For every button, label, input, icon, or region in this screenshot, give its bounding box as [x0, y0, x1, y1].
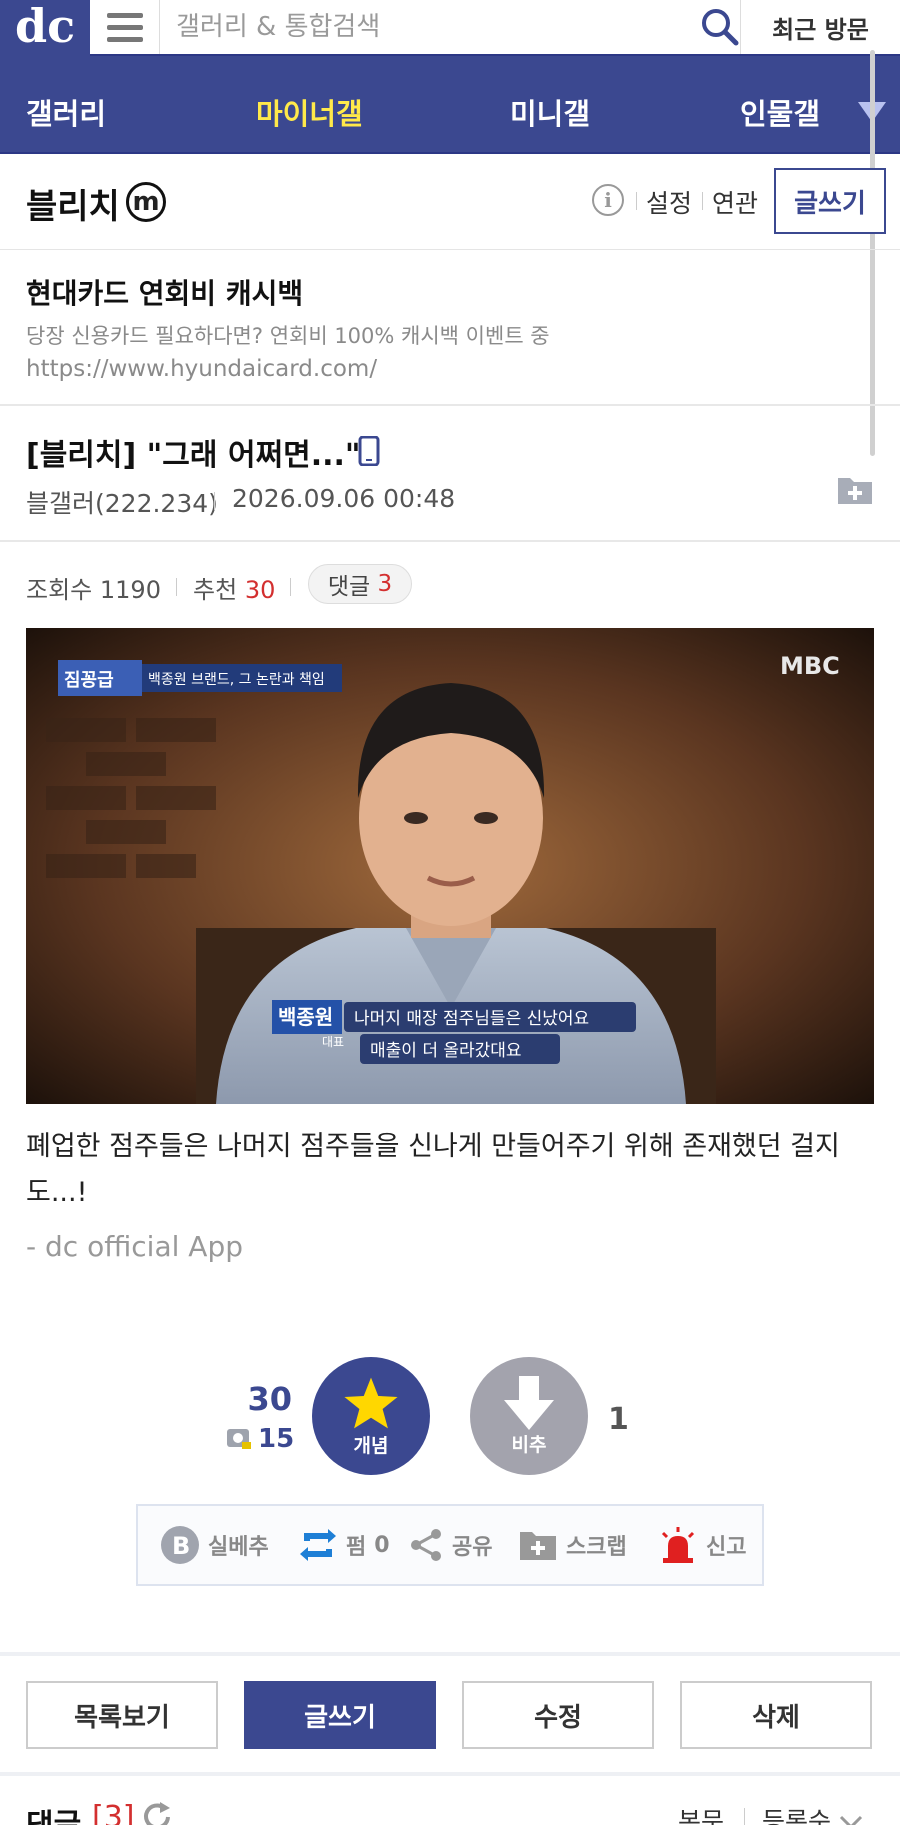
recommend-stat: 추천 30 — [193, 576, 276, 604]
report-button[interactable]: 신고 — [658, 1506, 746, 1584]
gallery-nav: 갤러리 마이너갤 미니갤 인물갤 — [0, 76, 900, 154]
recommend-total: 30 — [247, 1380, 292, 1418]
fixed-user-icon — [227, 1429, 251, 1449]
write-button[interactable]: 글쓰기 — [244, 1681, 436, 1749]
recommend-down-button[interactable]: 비추 — [470, 1357, 588, 1475]
menu-icon[interactable] — [90, 0, 160, 54]
best-report-button[interactable]: B 실베추 — [160, 1506, 269, 1584]
comment-count-pill[interactable]: 댓글 3 — [308, 564, 412, 604]
views-stat: 조회수 1190 — [26, 576, 161, 604]
caption-line-1: 나머지 매장 점주님들은 신났어요 — [354, 1009, 589, 1029]
b-icon: B — [161, 1526, 199, 1564]
gallery-header: 블리치 m i 설정 연관 글쓰기 — [0, 154, 900, 250]
scrap-button[interactable]: 스크랩 — [518, 1506, 627, 1584]
divider — [636, 192, 637, 210]
comments-count: [3] — [92, 1800, 135, 1825]
post-header: [블리치] "그래 어쩌면..." 블갤러(222.234) 2026.09.0… — [0, 406, 900, 542]
post-stats: 조회수 1190 추천 30 댓글 3 — [0, 542, 900, 628]
section-divider — [0, 1772, 900, 1776]
sort-body-option[interactable]: 본문 — [678, 1802, 724, 1825]
top-header: dc 최근 방문 — [0, 0, 900, 76]
nav-item-person[interactable]: 인물갤 — [740, 76, 820, 152]
nav-item-mini[interactable]: 미니갤 — [510, 76, 590, 152]
divider — [290, 578, 291, 596]
logo-text: dc — [15, 0, 75, 53]
svg-text:짐꽁급: 짐꽁급 — [64, 670, 114, 691]
nav-item-gallery[interactable]: 갤러리 — [26, 76, 106, 152]
siren-icon — [661, 1527, 695, 1563]
star-icon — [344, 1377, 398, 1428]
share-icon — [411, 1529, 441, 1561]
minor-gallery-badge: m — [126, 182, 166, 222]
post-author[interactable]: 블갤러(222.234) — [26, 484, 218, 520]
down-count: 1 — [608, 1402, 629, 1437]
post-date: 2026.09.06 00:48 — [232, 484, 456, 513]
sort-order-dropdown[interactable]: 등록순 — [762, 1802, 863, 1825]
repost-icon — [300, 1529, 336, 1561]
nav-item-minor[interactable]: 마이너갤 — [256, 76, 363, 152]
refresh-icon[interactable] — [140, 1800, 174, 1825]
repost-button[interactable]: 펌0 — [298, 1506, 390, 1584]
gallery-title[interactable]: 블리치 — [26, 179, 120, 228]
ad-title: 현대카드 연회비 캐시백 — [26, 277, 304, 310]
folder-add-icon[interactable] — [836, 474, 874, 510]
recommend-up-button[interactable]: 개념 — [312, 1357, 430, 1475]
scrap-folder-icon — [520, 1532, 556, 1560]
role-tag: 대표 — [322, 1035, 344, 1049]
post-title: [블리치] "그래 어쩌면..." — [26, 438, 361, 473]
action-bar: B 실베추 펌0 공유 스크랩 신고 — [136, 1504, 764, 1586]
info-icon[interactable]: i — [592, 184, 624, 216]
dc-logo[interactable]: dc — [0, 0, 88, 56]
ad-banner[interactable]: 현대카드 연회비 캐시백 당장 신용카드 필요하다면? 연회비 100% 캐시백… — [0, 250, 900, 406]
divider — [702, 192, 703, 210]
write-button-top[interactable]: 글쓰기 — [774, 168, 886, 234]
post-body: 폐업한 점주들은 나머지 점주들을 신나게 만들어주기 위해 존재했던 걸지도.… — [26, 1131, 840, 1208]
mobile-icon — [358, 435, 380, 470]
svg-text:B: B — [172, 1532, 190, 1560]
edit-button[interactable]: 수정 — [462, 1681, 654, 1749]
chevron-down-icon — [839, 1815, 863, 1825]
search-input[interactable] — [176, 0, 676, 54]
comments-title: 댓글 — [26, 1800, 81, 1825]
down-arrow-icon — [504, 1375, 554, 1430]
divider — [176, 578, 177, 596]
app-signature: - dc official App — [26, 1230, 243, 1263]
section-divider — [0, 1652, 900, 1656]
caption-line-2: 매출이 더 올라갔대요 — [370, 1041, 522, 1061]
channel-logo: MBC — [780, 652, 840, 680]
post-image[interactable]: 짐꽁급 백종원 브랜드, 그 논란과 책임 MBC 백종원 대표 나머지 매장 … — [26, 628, 874, 1104]
views-count: 1190 — [99, 576, 161, 604]
divider — [214, 492, 215, 510]
recommend-count: 30 — [244, 576, 276, 604]
settings-link[interactable]: 설정 — [646, 184, 692, 220]
list-button[interactable]: 목록보기 — [26, 1681, 218, 1749]
search-bar: 최근 방문 — [90, 0, 900, 56]
recent-visit-button[interactable]: 최근 방문 — [740, 0, 900, 54]
ad-url: https://www.hyundaicard.com/ — [26, 356, 378, 382]
delete-button[interactable]: 삭제 — [680, 1681, 872, 1749]
related-link[interactable]: 연관 — [712, 184, 758, 220]
share-button[interactable]: 공유 — [408, 1506, 492, 1584]
ad-description: 당장 신용카드 필요하다면? 연회비 100% 캐시백 이벤트 중 — [26, 324, 550, 348]
divider — [744, 1808, 745, 1825]
program-tag: 백종원 브랜드, 그 논란과 책임 — [148, 672, 325, 688]
name-tag: 백종원 — [278, 1005, 333, 1029]
fixed-recommend: 15 — [226, 1424, 294, 1454]
